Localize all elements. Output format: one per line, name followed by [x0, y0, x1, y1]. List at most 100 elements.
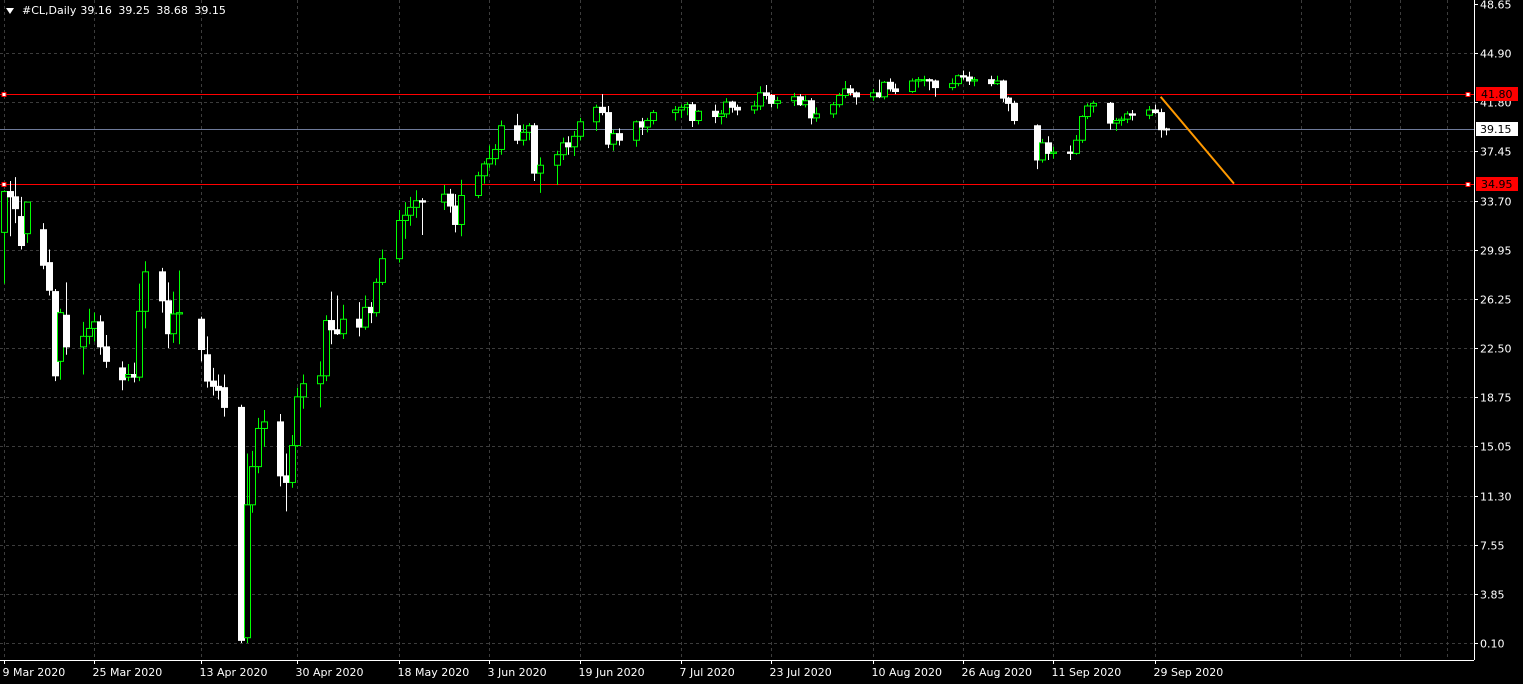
candle-body	[830, 104, 837, 115]
candle-body	[1107, 102, 1114, 124]
candle-body	[221, 387, 228, 408]
candle-body	[277, 421, 284, 477]
y-tick-label: 18.75	[1480, 392, 1512, 405]
candle-body	[57, 312, 64, 362]
candle-body	[498, 125, 505, 150]
y-tick-label: 0.10	[1480, 638, 1505, 651]
candle-body	[1152, 109, 1159, 114]
x-tick-label: 10 Aug 2020	[872, 666, 942, 679]
candle-body	[452, 205, 459, 225]
candle-body	[362, 306, 369, 328]
candle-body	[915, 79, 922, 82]
candle-body	[1005, 97, 1012, 104]
candle-body	[881, 81, 888, 98]
candle-body	[870, 92, 877, 98]
candle-body	[261, 421, 268, 429]
candle-body	[210, 380, 217, 387]
line-anchor-handle[interactable]	[1465, 182, 1471, 187]
x-tick-label: 25 Mar 2020	[93, 666, 163, 679]
candle-body	[294, 396, 301, 447]
x-tick-label: 9 Mar 2020	[3, 666, 66, 679]
candle-body	[159, 271, 166, 302]
candle-body	[86, 327, 93, 337]
candle-body	[103, 346, 110, 362]
candle-body	[971, 79, 978, 82]
candle-body	[238, 406, 245, 641]
candle-body	[757, 92, 764, 107]
candle-body	[447, 193, 454, 207]
y-tick-label: 48.65	[1480, 0, 1512, 12]
candle-body	[853, 92, 860, 98]
symbol-dropdown-icon[interactable]	[6, 7, 14, 14]
candle-body	[650, 112, 657, 121]
candle-body	[18, 216, 25, 247]
candle-body	[1000, 80, 1007, 99]
candle-body	[402, 214, 409, 222]
candle-body	[909, 80, 916, 93]
y-tick-label: 15.05	[1480, 441, 1512, 454]
candle-body	[847, 88, 854, 94]
candle-body	[1073, 139, 1080, 154]
candle-body	[379, 258, 386, 283]
ohlc-readout: 39.16 39.25 38.68 39.15	[80, 4, 229, 17]
candle-body	[458, 195, 465, 225]
line-anchor-handle[interactable]	[1, 182, 7, 187]
candle-body	[892, 88, 899, 93]
line-anchor-handle[interactable]	[1, 92, 7, 97]
candle-body	[577, 121, 584, 137]
candle-body	[813, 113, 820, 119]
candle-body	[932, 80, 939, 89]
symbol-label: #CL,Daily	[22, 4, 77, 17]
candle-body	[249, 466, 256, 506]
candle-body	[492, 148, 499, 160]
candle-body	[672, 109, 679, 114]
candle-body	[475, 175, 482, 197]
line-anchor-handle[interactable]	[1465, 92, 1471, 97]
y-tick-label: 7.55	[1480, 540, 1505, 553]
candle-body	[1084, 105, 1091, 118]
candle-body	[593, 106, 600, 123]
candle-body	[802, 100, 809, 106]
ohlc-low: 38.68	[156, 4, 188, 17]
candle-body	[774, 100, 781, 104]
candle-body	[689, 104, 696, 121]
candle-body	[836, 94, 843, 106]
x-tick-label: 29 Sep 2020	[1154, 666, 1224, 679]
candle-body	[1050, 151, 1057, 154]
price-chart[interactable]: 48.65 44.90 41.80 37.45 33.70 29.95 26.25 22.50…	[0, 0, 1523, 684]
candle-body	[949, 83, 956, 89]
candle-body	[300, 383, 307, 398]
candle-body	[554, 154, 561, 166]
x-tick-label: 7 Jul 2020	[680, 666, 735, 679]
candle-body	[695, 110, 702, 121]
x-tick-label: 23 Jul 2020	[770, 666, 832, 679]
candle-body	[198, 318, 205, 350]
candle-body	[791, 96, 798, 102]
candle-body	[994, 80, 1001, 85]
candle-body	[441, 193, 448, 203]
y-tick-label: 44.90	[1480, 48, 1512, 61]
candle-body	[960, 75, 967, 78]
candle-body	[723, 101, 730, 115]
candle-body	[1067, 151, 1074, 154]
ohlc-high: 39.25	[118, 4, 150, 17]
candle-body	[926, 79, 933, 82]
y-tick-label: 26.25	[1480, 294, 1512, 307]
candle-body	[1158, 112, 1165, 131]
candle-body	[1090, 102, 1097, 107]
y-tick-label: 37.45	[1480, 146, 1512, 159]
x-tick-label: 18 May 2020	[398, 666, 470, 679]
candle-body	[616, 133, 623, 141]
x-tick-label: 13 Apr 2020	[200, 666, 268, 679]
candle-body	[136, 310, 143, 378]
candle-body	[340, 318, 347, 335]
candle-body	[419, 200, 426, 203]
x-tick-label: 30 Apr 2020	[296, 666, 364, 679]
chart-canvas[interactable]: 48.65 44.90 41.80 37.45 33.70 29.95 26.25 22.50…	[0, 0, 1523, 684]
candle-body	[531, 125, 538, 174]
candle-body	[486, 158, 493, 165]
candle-body	[215, 385, 222, 391]
candle-body	[678, 106, 685, 111]
x-tick-label: 26 Aug 2020	[962, 666, 1032, 679]
current-price-tag-label: 39.15	[1480, 123, 1512, 136]
